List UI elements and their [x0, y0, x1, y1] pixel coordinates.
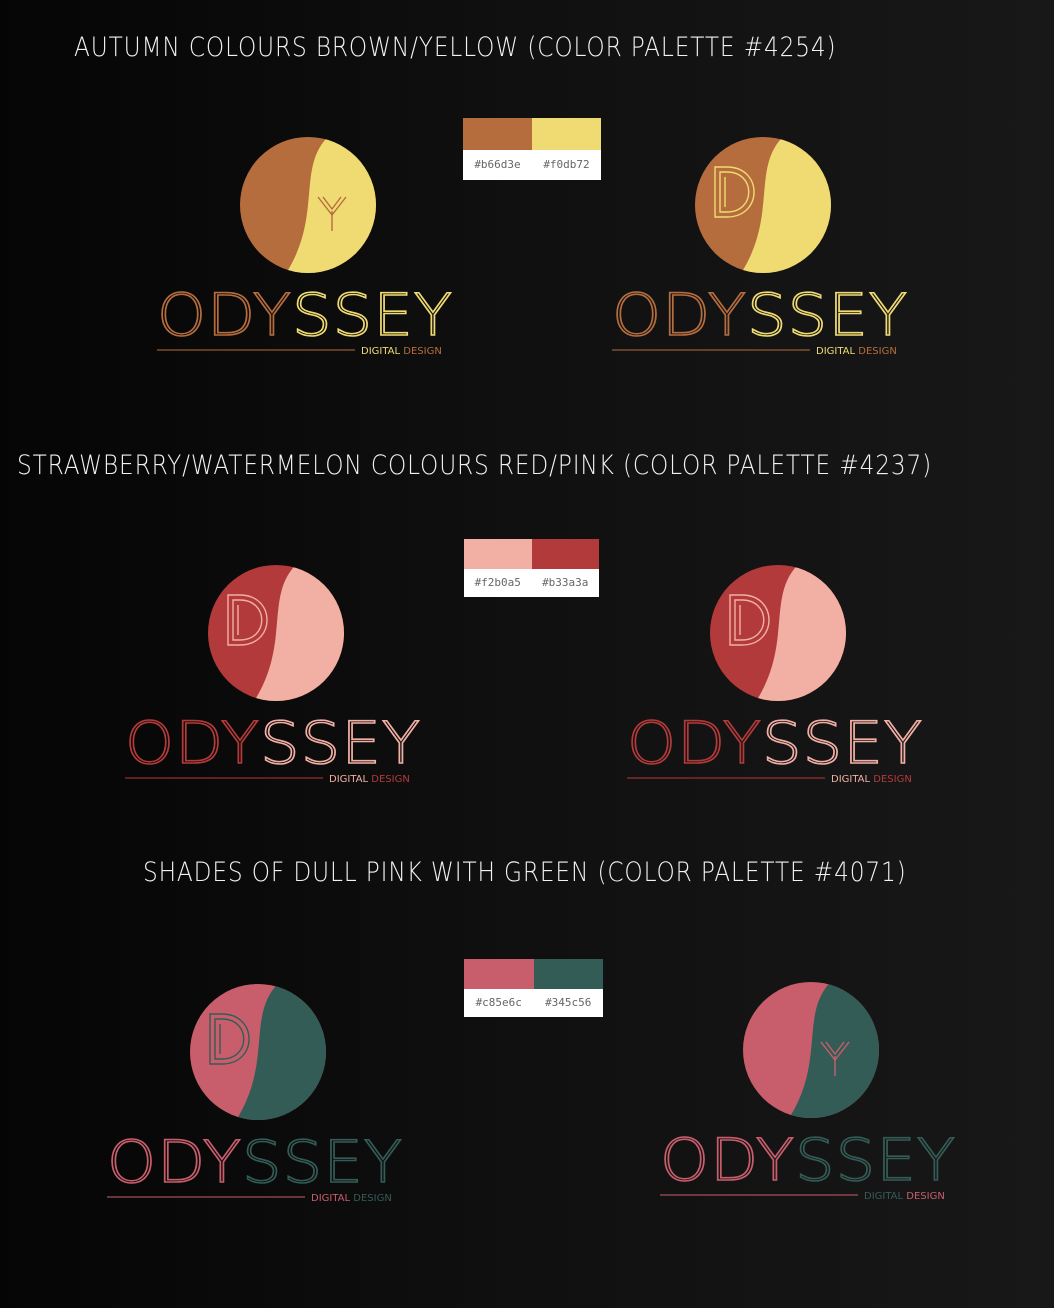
logo-graphic: ODY SSEYDIGITAL DESIGN: [106, 984, 403, 1204]
logo-graphic: ODY SSEYDIGITAL DESIGN: [156, 137, 453, 357]
palette-color-right: [533, 959, 603, 989]
section-2-title: STRAWBERRY/WATERMELON COLOURS RED/PINK (…: [17, 450, 933, 481]
palette-hex-label-left: #b66d3e: [474, 158, 521, 171]
odyssey-logo: ODY SSEY DIGITAL DESIGN: [123, 558, 423, 792]
palette-hex-label-right: #f0db72: [543, 158, 590, 171]
palette-swatch-3: #c85e6c #345c56: [464, 959, 603, 1017]
svg-text:DIGITAL DESIGN: DIGITAL DESIGN: [816, 346, 897, 357]
brand-wordmark: ODY SSEY: [157, 281, 453, 349]
svg-text:DIGITAL DESIGN: DIGITAL DESIGN: [329, 774, 410, 785]
palette-swatch-1: #b66d3e #f0db72: [463, 118, 601, 180]
svg-text:DIGITAL DESIGN: DIGITAL DESIGN: [864, 1191, 945, 1202]
svg-text:DIGITAL DESIGN: DIGITAL DESIGN: [361, 346, 442, 357]
brand-wordmark: ODY SSEY: [107, 1128, 403, 1196]
logo-circle: [710, 565, 846, 701]
svg-text:DIGITAL DESIGN: DIGITAL DESIGN: [311, 1193, 392, 1204]
svg-text:DIGITAL DESIGN: DIGITAL DESIGN: [831, 774, 912, 785]
palette-color-left: [464, 539, 532, 569]
logo-circle: [743, 982, 879, 1118]
brand-wordmark: ODY SSEY: [612, 281, 908, 349]
brand-wordmark: ODY SSEY: [627, 709, 923, 777]
logo-graphic: ODY SSEYDIGITAL DESIGN: [611, 137, 908, 357]
palette-color-right: [532, 118, 601, 150]
palette-color-left: [463, 118, 532, 150]
logo-circle: [240, 137, 376, 273]
palette-hex-label-right: #b33a3a: [542, 576, 589, 589]
palette-color-right: [531, 539, 599, 569]
logo-graphic: ODY SSEYDIGITAL DESIGN: [626, 565, 923, 785]
logo-circle: [208, 565, 344, 701]
odyssey-logo: ODY SSEY DIGITAL DESIGN: [610, 130, 910, 364]
palette-hex-label-left: #c85e6c: [475, 996, 522, 1009]
odyssey-logo: ODY SSEY DIGITAL DESIGN: [658, 975, 958, 1209]
palette-hex-label-right: #345c56: [545, 996, 592, 1009]
logo-circle: [190, 984, 326, 1120]
section-1-title: AUTUMN COLOURS BROWN/YELLOW (COLOR PALET…: [74, 32, 837, 63]
brand-wordmark: ODY SSEY: [125, 709, 421, 777]
logo-graphic: ODY SSEYDIGITAL DESIGN: [659, 982, 956, 1202]
section-3-title: SHADES OF DULL PINK WITH GREEN (COLOR PA…: [143, 857, 907, 888]
palette-color-left: [464, 959, 534, 989]
logo-graphic: ODY SSEYDIGITAL DESIGN: [124, 565, 421, 785]
odyssey-logo: ODY SSEY DIGITAL DESIGN: [105, 977, 405, 1211]
odyssey-logo: ODY SSEY DIGITAL DESIGN: [155, 130, 455, 364]
palette-hex-label-left: #f2b0a5: [474, 576, 521, 589]
logo-circle: [695, 137, 831, 273]
brand-wordmark: ODY SSEY: [660, 1126, 956, 1194]
odyssey-logo: ODY SSEY DIGITAL DESIGN: [625, 558, 925, 792]
palette-swatch-2: #f2b0a5 #b33a3a: [464, 539, 599, 597]
